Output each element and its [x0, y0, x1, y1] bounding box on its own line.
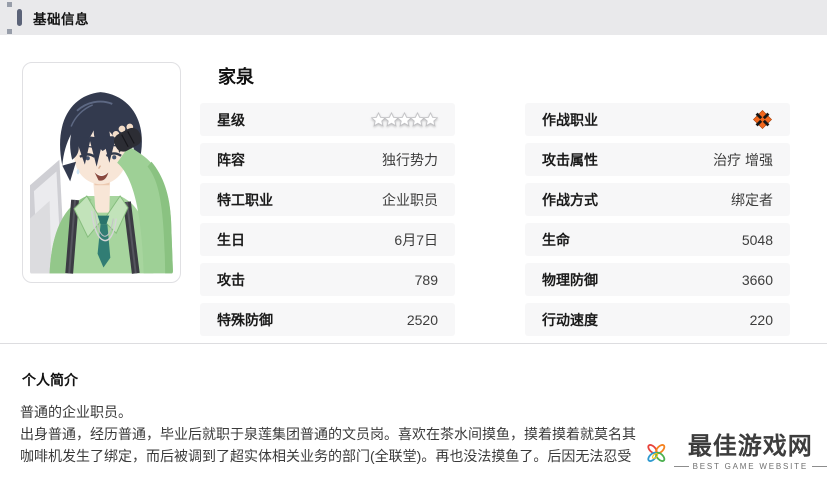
basic-info-header: 基础信息: [0, 0, 827, 35]
stat-value-agent-occupation: 企业职员: [382, 190, 438, 210]
combat-class-value: [752, 109, 773, 130]
stat-row-combat-style: 作战方式 绑定者: [525, 183, 790, 216]
watermark-title: 最佳游戏网: [688, 435, 813, 459]
stat-value-faction: 独行势力: [382, 150, 438, 170]
stat-row-agent-occupation: 特工职业 企业职员: [200, 183, 455, 216]
stat-row-attack-attribute: 攻击属性 治疗 增强: [525, 143, 790, 176]
stats-column-left: 星级阵容 独行势力特工职业 企业职员生日 6月7日攻击 789 特殊防御 2520: [200, 103, 455, 343]
stat-value-action-speed: 220: [750, 312, 773, 328]
combat-class-icon: [752, 109, 773, 130]
stat-value-birthday: 6月7日: [394, 230, 438, 250]
site-watermark[interactable]: 最佳游戏网 BEST GAME WEBSITE: [642, 427, 827, 479]
stat-row-birthday: 生日 6月7日: [200, 223, 455, 256]
section-title: 基础信息: [33, 8, 89, 28]
stat-label-combat-style: 作战方式: [542, 190, 598, 210]
stat-label-faction: 阵容: [217, 150, 245, 170]
stat-value-physical-defense: 3660: [742, 272, 773, 288]
subtitle-dash-left: [674, 466, 689, 467]
stat-label-attack: 攻击: [217, 270, 245, 290]
star-rating-value: [373, 112, 438, 127]
stat-label-action-speed: 行动速度: [542, 310, 598, 330]
profile-line: 普通的企业职员。: [20, 401, 827, 423]
star-icon: [423, 112, 438, 127]
stat-value-combat-style: 绑定者: [731, 190, 773, 210]
stat-label-attack-attribute: 攻击属性: [542, 150, 598, 170]
character-portrait-card: [22, 62, 181, 283]
stat-value-special-defense: 2520: [407, 312, 438, 328]
stat-label-star-rating: 星级: [217, 110, 245, 130]
stat-label-agent-occupation: 特工职业: [217, 190, 273, 210]
stat-label-hp: 生命: [542, 230, 570, 250]
stat-row-attack: 攻击 789: [200, 263, 455, 296]
stat-row-special-defense: 特殊防御 2520: [200, 303, 455, 336]
stat-row-faction: 阵容 独行势力: [200, 143, 455, 176]
character-name: 家泉: [218, 63, 254, 89]
stat-value-attack-attribute: 治疗 增强: [713, 150, 773, 170]
stat-label-special-defense: 特殊防御: [217, 310, 273, 330]
stat-value-hp: 5048: [742, 232, 773, 248]
stat-label-birthday: 生日: [217, 230, 245, 250]
stat-label-physical-defense: 物理防御: [542, 270, 598, 290]
section-divider: [0, 343, 827, 344]
stat-row-action-speed: 行动速度 220: [525, 303, 790, 336]
header-accent-bar: [17, 9, 22, 26]
selection-handle: [7, 29, 12, 34]
stat-row-hp: 生命 5048: [525, 223, 790, 256]
knot-logo-icon: [646, 430, 667, 476]
profile-section-title: 个人简介: [22, 370, 78, 390]
stat-value-attack: 789: [415, 272, 438, 288]
stats-column-right: 作战职业攻击属性 治疗 增强作战方式 绑定者生命 5048 物理防御 3660 行动速度 22…: [525, 103, 790, 343]
watermark-subtitle: BEST GAME WEBSITE: [693, 462, 808, 471]
stat-row-star-rating: 星级: [200, 103, 455, 136]
watermark-subtitle-row: BEST GAME WEBSITE: [674, 462, 827, 471]
stat-row-physical-defense: 物理防御 3660: [525, 263, 790, 296]
stat-label-combat-class: 作战职业: [542, 110, 598, 130]
selection-handle: [7, 2, 12, 7]
stat-row-combat-class: 作战职业: [525, 103, 790, 136]
character-portrait-illustration: [30, 70, 173, 275]
subtitle-dash-right: [812, 466, 827, 467]
watermark-text: 最佳游戏网 BEST GAME WEBSITE: [674, 435, 827, 471]
